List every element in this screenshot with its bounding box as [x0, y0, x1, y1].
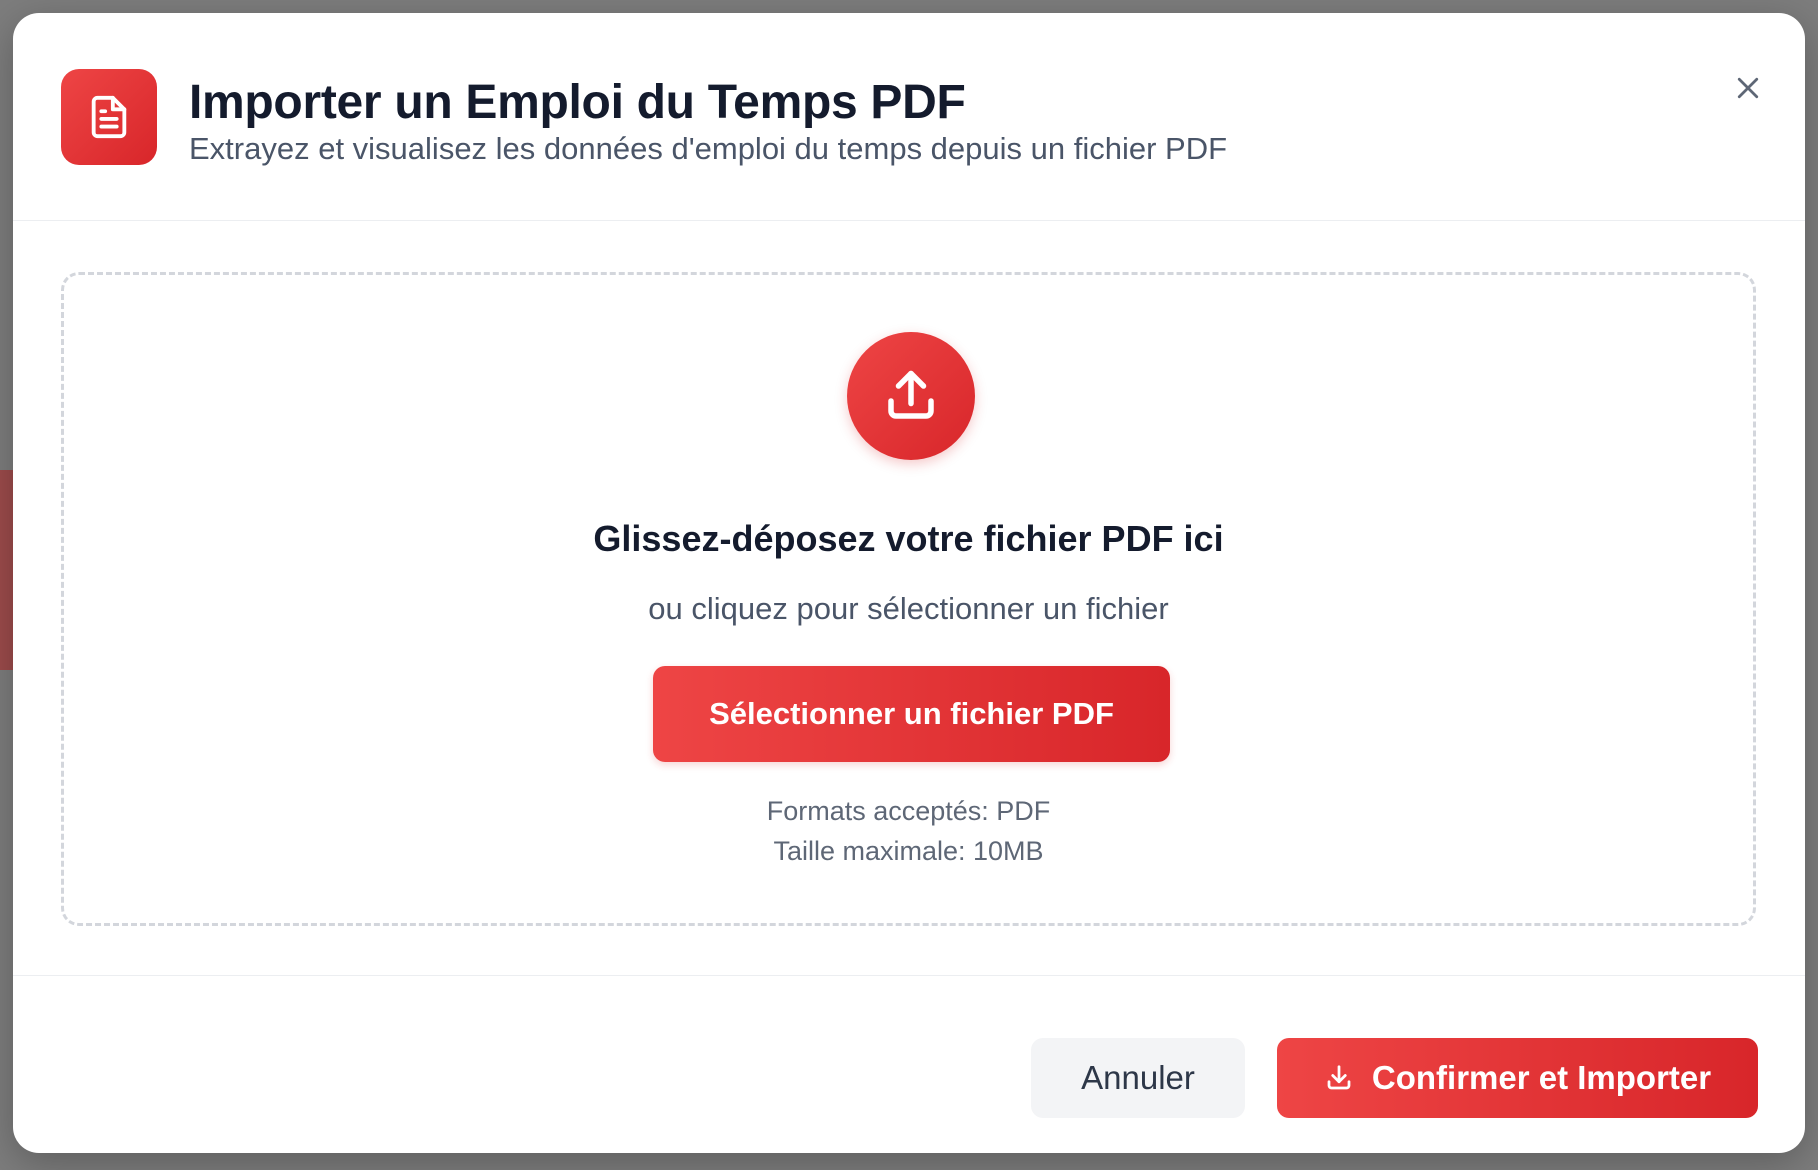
dropzone-title: Glissez-déposez votre fichier PDF ici — [593, 518, 1224, 559]
cancel-button[interactable]: Annuler — [1031, 1038, 1245, 1118]
select-pdf-button[interactable]: Sélectionner un fichier PDF — [653, 666, 1170, 762]
upload-icon — [847, 332, 975, 460]
dropzone-subtitle: ou cliquez pour sélectionner un fichier — [648, 591, 1169, 626]
confirm-import-button[interactable]: Confirmer et Importer — [1277, 1038, 1758, 1118]
dialog-title: Importer un Emploi du Temps PDF — [189, 76, 966, 129]
close-icon — [1737, 77, 1759, 99]
file-text-icon — [61, 69, 157, 165]
download-icon — [1327, 1065, 1351, 1090]
pdf-dropzone[interactable]: Glissez-déposez votre fichier PDF ici ou… — [61, 272, 1756, 926]
dialog-footer: Annuler Confirmer et Importer — [13, 975, 1805, 1153]
dialog-header: Importer un Emploi du Temps PDF Extrayez… — [13, 13, 1805, 221]
dialog-subtitle: Extrayez et visualisez les données d'emp… — [189, 131, 1228, 166]
close-button[interactable] — [1723, 63, 1773, 113]
import-pdf-dialog: Importer un Emploi du Temps PDF Extrayez… — [13, 13, 1805, 1153]
backdrop — [0, 470, 14, 670]
accepted-formats-text: Formats acceptés: PDF — [766, 796, 1051, 826]
confirm-import-label: Confirmer et Importer — [1371, 1059, 1712, 1096]
max-size-text: Taille maximale: 10MB — [773, 836, 1044, 866]
